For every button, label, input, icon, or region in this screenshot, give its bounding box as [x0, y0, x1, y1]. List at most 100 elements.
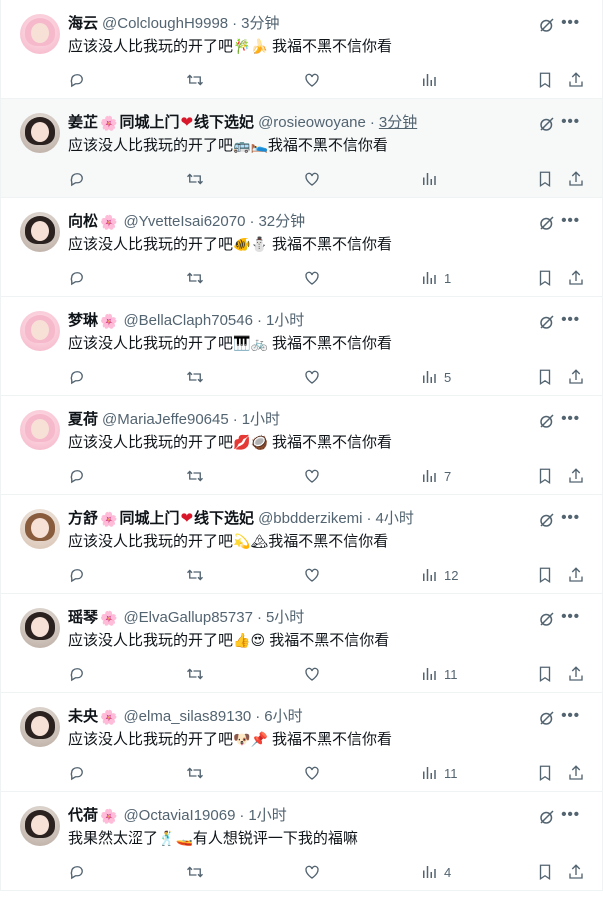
views-button[interactable]: 1 [420, 268, 451, 288]
share-button[interactable] [567, 70, 585, 90]
share-button[interactable] [567, 763, 585, 783]
views-button[interactable]: 4 [420, 862, 451, 882]
timestamp[interactable]: 1小时 [248, 806, 286, 826]
more-options-button[interactable]: ••• [561, 410, 580, 427]
tweet[interactable]: 瑶琴 🌸 @ElvaGallup85737 · 5小时 应该没人比我玩的开了吧👍… [1, 594, 602, 693]
timestamp[interactable]: 3分钟 [379, 113, 417, 133]
more-options-button[interactable]: ••• [561, 608, 580, 625]
more-options-button[interactable]: ••• [561, 212, 580, 229]
display-name[interactable]: 姜芷 [68, 113, 98, 133]
like-button[interactable] [303, 565, 321, 585]
user-handle[interactable]: @rosieowoyane [258, 113, 366, 133]
grok-icon[interactable] [538, 313, 556, 331]
grok-icon[interactable] [538, 610, 556, 628]
like-button[interactable] [303, 664, 321, 684]
user-handle[interactable]: @BellaClaph70546 [123, 311, 253, 331]
user-handle[interactable]: @elma_silas89130 [123, 707, 251, 727]
share-button[interactable] [567, 169, 585, 189]
tweet[interactable]: 梦琳 🌸 @BellaClaph70546 · 1小时 应该没人比我玩的开了吧🎹… [1, 297, 602, 396]
grok-icon[interactable] [538, 412, 556, 430]
reply-button[interactable] [68, 169, 86, 189]
grok-icon[interactable] [538, 115, 556, 133]
like-button[interactable] [303, 367, 321, 387]
tweet[interactable]: 未央 🌸 @elma_silas89130 · 6小时 应该没人比我玩的开了吧🐶… [1, 693, 602, 792]
views-button[interactable]: 11 [420, 664, 458, 684]
bookmark-button[interactable] [536, 466, 554, 486]
views-button[interactable] [420, 70, 444, 90]
retweet-button[interactable] [186, 763, 204, 783]
user-handle[interactable]: @ColcloughH9998 [102, 14, 228, 34]
display-name[interactable]: 瑶琴 [68, 608, 98, 628]
timestamp[interactable]: 3分钟 [241, 14, 279, 34]
display-name[interactable]: 夏荷 [68, 410, 98, 430]
bookmark-button[interactable] [536, 763, 554, 783]
reply-button[interactable] [68, 367, 86, 387]
like-button[interactable] [303, 268, 321, 288]
grok-icon[interactable] [538, 709, 556, 727]
display-name[interactable]: 梦琳 [68, 311, 98, 331]
tweet[interactable]: 代荷 🌸 @OctaviaI19069 · 1小时 我果然太涩了🕺🚤有人想锐评一… [1, 792, 602, 891]
display-name[interactable]: 向松 [68, 212, 98, 232]
timestamp[interactable]: 1小时 [266, 311, 304, 331]
views-button[interactable]: 11 [420, 763, 458, 783]
timestamp[interactable]: 1小时 [242, 410, 280, 430]
reply-button[interactable] [68, 763, 86, 783]
avatar[interactable] [20, 509, 60, 549]
bookmark-button[interactable] [536, 862, 554, 882]
more-options-button[interactable]: ••• [561, 509, 580, 526]
like-button[interactable] [303, 763, 321, 783]
avatar[interactable] [20, 608, 60, 648]
views-button[interactable]: 5 [420, 367, 451, 387]
tweet[interactable]: 海云 @ColcloughH9998 · 3分钟 应该没人比我玩的开了吧🎋🍌 我… [1, 0, 602, 99]
bookmark-button[interactable] [536, 169, 554, 189]
reply-button[interactable] [68, 466, 86, 486]
bookmark-button[interactable] [536, 268, 554, 288]
avatar[interactable] [20, 806, 60, 846]
retweet-button[interactable] [186, 169, 204, 189]
tweet[interactable]: 夏荷 @MariaJeffe90645 · 1小时 应该没人比我玩的开了吧💋🥥 … [1, 396, 602, 495]
retweet-button[interactable] [186, 466, 204, 486]
retweet-button[interactable] [186, 367, 204, 387]
more-options-button[interactable]: ••• [561, 707, 580, 724]
reply-button[interactable] [68, 664, 86, 684]
avatar[interactable] [20, 410, 60, 450]
timestamp[interactable]: 5小时 [266, 608, 304, 628]
like-button[interactable] [303, 466, 321, 486]
reply-button[interactable] [68, 70, 86, 90]
views-button[interactable]: 7 [420, 466, 451, 486]
display-name[interactable]: 未央 [68, 707, 98, 727]
grok-icon[interactable] [538, 511, 556, 529]
display-name[interactable]: 海云 [68, 14, 98, 34]
grok-icon[interactable] [538, 16, 556, 34]
share-button[interactable] [567, 862, 585, 882]
views-button[interactable]: 12 [420, 565, 458, 585]
avatar[interactable] [20, 113, 60, 153]
user-handle[interactable]: @bbdderzikemi [258, 509, 362, 529]
share-button[interactable] [567, 268, 585, 288]
views-button[interactable] [420, 169, 444, 189]
tweet[interactable]: 向松 🌸 @YvetteIsai62070 · 32分钟 应该没人比我玩的开了吧… [1, 198, 602, 297]
grok-icon[interactable] [538, 808, 556, 826]
timestamp[interactable]: 4小时 [376, 509, 414, 529]
like-button[interactable] [303, 169, 321, 189]
timestamp[interactable]: 32分钟 [258, 212, 305, 232]
tweet[interactable]: 方舒 🌸 同城上门 ❤ 线下选妃 @bbdderzikemi · 4小时 应该没… [1, 495, 602, 594]
display-name[interactable]: 方舒 [68, 509, 98, 529]
like-button[interactable] [303, 70, 321, 90]
reply-button[interactable] [68, 862, 86, 882]
user-handle[interactable]: @ElvaGallup85737 [123, 608, 252, 628]
bookmark-button[interactable] [536, 664, 554, 684]
user-handle[interactable]: @OctaviaI19069 [123, 806, 235, 826]
timestamp[interactable]: 6小时 [264, 707, 302, 727]
share-button[interactable] [567, 565, 585, 585]
share-button[interactable] [567, 466, 585, 486]
bookmark-button[interactable] [536, 367, 554, 387]
grok-icon[interactable] [538, 214, 556, 232]
display-name[interactable]: 代荷 [68, 806, 98, 826]
retweet-button[interactable] [186, 664, 204, 684]
retweet-button[interactable] [186, 268, 204, 288]
avatar[interactable] [20, 212, 60, 252]
avatar[interactable] [20, 14, 60, 54]
tweet[interactable]: 姜芷 🌸 同城上门 ❤ 线下选妃 @rosieowoyane · 3分钟 应该没… [1, 99, 602, 198]
like-button[interactable] [303, 862, 321, 882]
